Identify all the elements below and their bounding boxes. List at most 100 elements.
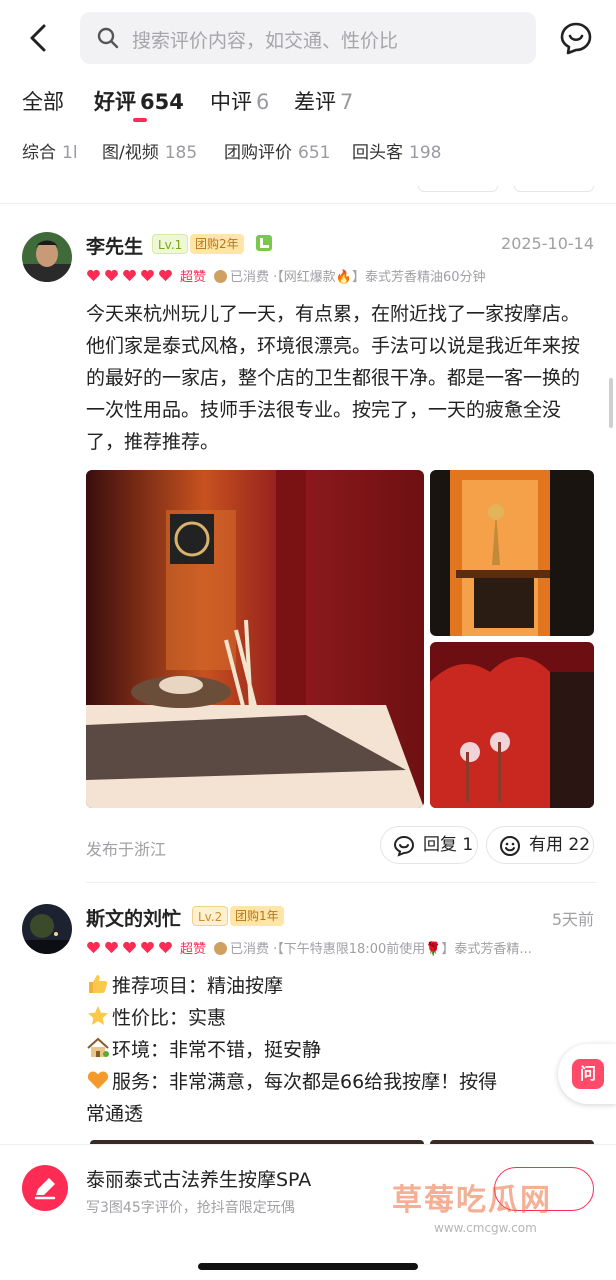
groupbuy-badge: 团购1年 [230,906,284,926]
heart-icon [141,269,154,282]
section-divider [0,186,616,204]
tab-count: 6 [256,90,270,114]
review-photo[interactable] [430,642,594,808]
level-badge: Lv.2 [192,906,229,926]
tab-positive[interactable]: 好评 654 [94,86,184,116]
consumed-info[interactable]: 已消费 ·【网红爆款🔥】泰式芳香精油60分钟 [214,270,486,285]
review-line: 服务：非常满意，每次都是66给我按摩！按得 [86,1066,497,1098]
thumbs-up-icon [89,975,108,993]
avatar-image [22,904,72,954]
heart-icon [141,941,154,954]
tab-count: 7 [340,90,354,114]
useful-button[interactable]: 有用 22 [486,826,594,864]
heart-icon [87,269,100,282]
back-arrow-icon [30,24,46,52]
customer-service-button[interactable] [558,20,594,60]
badge-icon [256,235,272,251]
write-review-icon[interactable] [22,1165,68,1211]
filter-count: 198 [409,143,442,163]
ask-button[interactable]: 问 [558,1044,616,1104]
heart-icon [159,269,172,282]
back-button[interactable] [22,20,56,56]
watermark: 草莓吃瓜网 [392,1183,552,1218]
reply-icon [393,835,415,857]
review-line: 常通透 [86,1098,143,1130]
review-line: 环境：非常不错，挺安静 [86,1034,321,1066]
review-date: 5天前 [551,910,594,929]
filter-returning[interactable]: 回头客 198 [352,138,441,163]
shop-name: 泰丽泰式古法养生按摩SPA [86,1169,312,1191]
review-text: 今天来杭州玩儿了一天，有点累，在附近找了一家按摩店。他们家是泰式风格，环境很漂亮… [86,303,581,453]
tab-count: 654 [140,90,184,114]
ask-icon: 问 [572,1059,604,1089]
photo-lounge-image [430,642,594,808]
user-name[interactable]: 斯文的刘忙 [86,904,181,931]
heart-icon [105,269,118,282]
line-text: 环境：非常不错，挺安静 [112,1039,322,1061]
photo-room-image [86,470,424,808]
chip-stub [514,186,594,192]
filter-count: 651 [298,143,331,163]
groupbuy-badge: 团购2年 [190,234,244,254]
line-text: 服务：非常满意，每次都是66给我按摩！按得 [112,1071,498,1093]
rating-label: 超赞 [180,942,207,957]
avatar[interactable] [22,232,72,282]
watermark-url: www.cmcgw.com [434,1221,537,1235]
smile-icon [500,836,520,856]
heart-icon [159,941,172,954]
verified-icon [214,270,228,283]
review-line: 性价比：实惠 [86,1002,226,1034]
useful-label: 有用 22 [529,835,591,855]
level-badge: Lv.1 [152,234,189,254]
review-separator [86,882,596,883]
rating-row: 超赞 已消费 ·【网红爆款🔥】泰式芳香精油60分钟 [86,266,486,288]
orange-heart-icon [87,1071,109,1089]
filter-count: 1l [62,143,78,163]
scrollbar[interactable] [609,378,613,428]
user-name[interactable]: 李先生 [86,232,143,259]
search-icon [97,27,119,49]
filter-groupbuy[interactable]: 团购评价 651 [224,138,330,163]
line-text: 常通透 [86,1103,144,1125]
home-indicator [198,1263,418,1270]
line-text: 性价比：实惠 [112,1007,227,1029]
pencil-icon [34,1178,56,1200]
review-photo[interactable] [86,470,424,808]
photo-shrine-image [430,470,594,636]
chip-stub [418,186,498,192]
consumed-text: 已消费 ·【网红爆款🔥】泰式芳香精油60分钟 [230,270,486,285]
message-icon [560,22,592,55]
reply-button[interactable]: 回复 1 [380,826,478,864]
rating-row: 超赞 已消费 ·【下午特惠限18:00前使用🌹】泰式芳香精... [86,938,532,960]
house-icon [87,1037,109,1057]
search-input[interactable]: 搜索评价内容，如交通、性价比 [80,12,536,64]
rating-tabs: 全部 好评 654 中评 6 差评 7 [0,82,616,122]
tab-negative[interactable]: 差评 7 [294,86,353,116]
heart-icon [87,941,100,954]
filter-row: 综合 1l 图/视频 185 团购评价 651 回头客 198 [0,138,616,168]
tab-all[interactable]: 全部 [22,86,64,116]
filter-count: 185 [164,143,198,163]
avatar[interactable] [22,904,72,954]
consumed-text: 已消费 ·【下午特惠限18:00前使用🌹】泰式芳香精... [230,942,532,957]
search-placeholder: 搜索评价内容，如交通、性价比 [132,30,399,52]
consumed-info[interactable]: 已消费 ·【下午特惠限18:00前使用🌹】泰式芳香精... [214,942,532,957]
tab-neutral[interactable]: 中评 6 [210,86,269,116]
header: 搜索评价内容，如交通、性价比 [0,0,616,76]
review-photo[interactable] [430,470,594,636]
review-date: 2025-10-14 [501,234,594,253]
reply-label: 回复 1 [423,835,474,855]
review-incentive: 写3图45字评价，抢抖音限定玩偶 [86,1200,295,1216]
review-line: 推荐项目：精油按摩 [86,970,283,1002]
verified-icon [214,942,228,955]
filter-media[interactable]: 图/视频 185 [102,138,197,163]
filter-overall[interactable]: 综合 1l [22,138,78,163]
heart-icon [105,941,118,954]
heart-icon [123,941,136,954]
avatar-image [22,232,72,282]
active-tab-indicator [133,118,147,122]
rating-label: 超赞 [180,270,207,285]
write-review-bar[interactable]: 泰丽泰式古法养生按摩SPA 写3图45字评价，抢抖音限定玩偶 草莓吃瓜网 www… [0,1144,616,1280]
star-icon [88,1006,108,1025]
post-location: 发布于浙江 [86,840,167,859]
